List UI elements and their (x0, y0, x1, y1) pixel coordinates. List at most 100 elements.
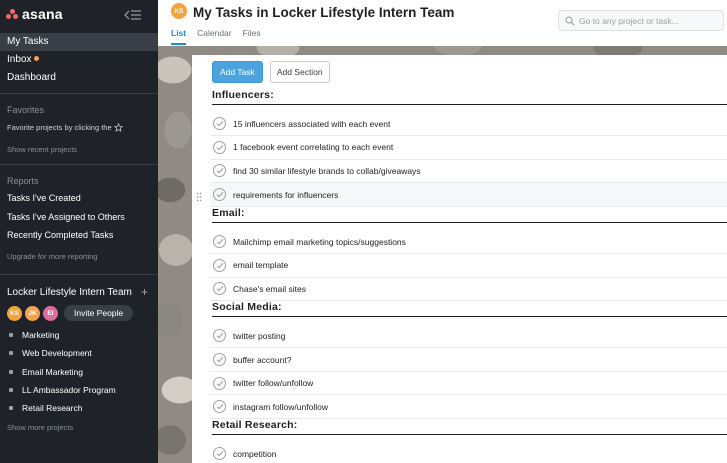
tab-files[interactable]: Files (243, 28, 261, 45)
task-row[interactable]: twitter posting (210, 325, 727, 349)
page-title: My Tasks in Locker Lifestyle Intern Team (193, 5, 455, 20)
task-name[interactable]: competition (233, 449, 276, 459)
project-item-email-marketing[interactable]: Email Marketing (0, 363, 158, 381)
search-placeholder: Go to any project or task... (579, 15, 679, 26)
avatar[interactable]: KS (171, 3, 187, 19)
section-header[interactable]: Influencers: (212, 89, 727, 105)
complete-checkmark-icon[interactable] (213, 447, 226, 461)
complete-checkmark-icon[interactable] (213, 282, 226, 296)
task-list-panel: Add Task Add Section Influencers: 15 infl… (192, 55, 727, 463)
complete-checkmark-icon[interactable] (213, 117, 226, 131)
project-color-icon (9, 388, 13, 393)
divider (0, 274, 158, 275)
collapse-sidebar-icon[interactable] (124, 8, 142, 26)
complete-checkmark-icon[interactable] (213, 353, 226, 367)
report-recently-completed[interactable]: Recently Completed Tasks (0, 226, 158, 245)
complete-checkmark-icon[interactable] (213, 140, 226, 154)
complete-checkmark-icon[interactable] (213, 258, 226, 272)
add-section-button[interactable]: Add Section (269, 61, 330, 83)
show-more-projects-link[interactable]: Show more projects (0, 423, 73, 432)
upgrade-reporting-link[interactable]: Upgrade for more reporting (0, 252, 97, 261)
project-label: Web Development (22, 348, 92, 359)
drag-handle-icon[interactable] (196, 189, 202, 207)
logo-text: asana (22, 6, 63, 22)
task-name[interactable]: find 30 similar lifestyle brands to coll… (233, 166, 421, 176)
task-row[interactable]: email template (210, 254, 727, 278)
task-row[interactable]: find 30 similar lifestyle brands to coll… (210, 160, 727, 184)
toolbar: Add Task Add Section (212, 61, 330, 83)
favorites-hint: Favorite projects by clicking the (0, 123, 123, 132)
divider (0, 93, 158, 94)
task-name[interactable]: twitter posting (233, 331, 285, 341)
project-color-icon (9, 333, 13, 338)
task-name[interactable]: 1 facebook event correlating to each eve… (233, 142, 393, 152)
invite-people-button[interactable]: Invite People (64, 305, 134, 321)
tab-calendar[interactable]: Calendar (197, 28, 232, 45)
project-label: Marketing (22, 330, 60, 341)
task-name[interactable]: buffer account? (233, 355, 291, 365)
asana-logo-icon (6, 9, 18, 19)
complete-checkmark-icon[interactable] (213, 376, 226, 390)
tab-list[interactable]: List (171, 28, 187, 45)
reports-header: Reports (7, 176, 39, 186)
nav-my-tasks[interactable]: My Tasks (0, 33, 158, 51)
complete-checkmark-icon[interactable] (213, 164, 226, 178)
search-input[interactable]: Go to any project or task... (558, 10, 724, 31)
report-tasks-created[interactable]: Tasks I've Created (0, 189, 158, 208)
complete-checkmark-icon[interactable] (213, 329, 226, 343)
project-item-retail-research[interactable]: Retail Research (0, 399, 158, 417)
project-item-web-development[interactable]: Web Development (0, 344, 158, 362)
show-recent-projects-link[interactable]: Show recent projects (0, 145, 77, 154)
section-header[interactable]: Retail Research: (212, 419, 727, 436)
section-header[interactable]: Social Media: (212, 301, 727, 318)
team-members: KS JK EI Invite People (0, 303, 134, 323)
section-header[interactable]: Email: (212, 207, 727, 223)
task-name[interactable]: Chase's email sites (233, 284, 306, 294)
favorites-header: Favorites (7, 105, 45, 115)
task-row[interactable]: 1 facebook event correlating to each eve… (210, 136, 727, 160)
project-color-icon (9, 369, 13, 374)
divider (0, 164, 158, 165)
task-row[interactable]: twitter follow/unfollow (210, 372, 727, 396)
project-color-icon (9, 351, 13, 356)
task-row[interactable]: Chase's email sites (210, 278, 727, 302)
complete-checkmark-icon[interactable] (213, 188, 226, 202)
report-tasks-assigned[interactable]: Tasks I've Assigned to Others (0, 208, 158, 227)
task-name[interactable]: 15 influencers associated with each even… (233, 119, 390, 129)
project-item-marketing[interactable]: Marketing (0, 326, 158, 344)
project-color-icon (9, 406, 13, 411)
project-label: Retail Research (22, 403, 83, 414)
view-tabs: List Calendar Files (171, 28, 272, 45)
task-row[interactable]: Mailchimp email marketing topics/suggest… (210, 230, 727, 254)
project-label: Email Marketing (22, 366, 83, 377)
task-name[interactable]: twitter follow/unfollow (233, 378, 313, 388)
project-item-ll-ambassador[interactable]: LL Ambassador Program (0, 381, 158, 399)
task-row[interactable]: competition (210, 443, 727, 463)
nav-inbox-label: Inbox (7, 54, 32, 65)
team-name: Locker Lifestyle Intern Team (7, 286, 132, 298)
task-name[interactable]: requirements for influencers (233, 190, 338, 200)
favorites-hint-text: Favorite projects by clicking the (7, 123, 112, 132)
avatar[interactable]: JK (25, 305, 40, 321)
top-bar: KS My Tasks in Locker Lifestyle Intern T… (158, 0, 727, 46)
add-project-plus-icon[interactable]: + (141, 285, 148, 299)
sidebar: asana My Tasks Inbox Dashboard Favorites… (0, 0, 158, 463)
task-row[interactable]: buffer account? (210, 348, 727, 372)
nav-inbox[interactable]: Inbox (0, 51, 158, 69)
search-icon (565, 15, 575, 26)
avatar[interactable]: KS (7, 305, 22, 321)
project-label: LL Ambassador Program (22, 385, 116, 396)
task-row[interactable]: 15 influencers associated with each even… (210, 113, 727, 136)
more-options-icon[interactable]: ··· (427, 3, 442, 17)
task-row[interactable]: requirements for influencers (196, 183, 727, 207)
complete-checkmark-icon[interactable] (213, 400, 226, 414)
add-task-button[interactable]: Add Task (212, 61, 263, 83)
avatar[interactable]: EI (43, 305, 58, 321)
task-name[interactable]: instagram follow/unfollow (233, 402, 328, 412)
team-header[interactable]: Locker Lifestyle Intern Team + (0, 282, 158, 302)
task-name[interactable]: Mailchimp email marketing topics/suggest… (233, 237, 406, 247)
nav-dashboard[interactable]: Dashboard (0, 69, 158, 87)
task-name[interactable]: email template (233, 260, 288, 270)
complete-checkmark-icon[interactable] (213, 235, 226, 249)
task-row[interactable]: instagram follow/unfollow (210, 396, 727, 419)
